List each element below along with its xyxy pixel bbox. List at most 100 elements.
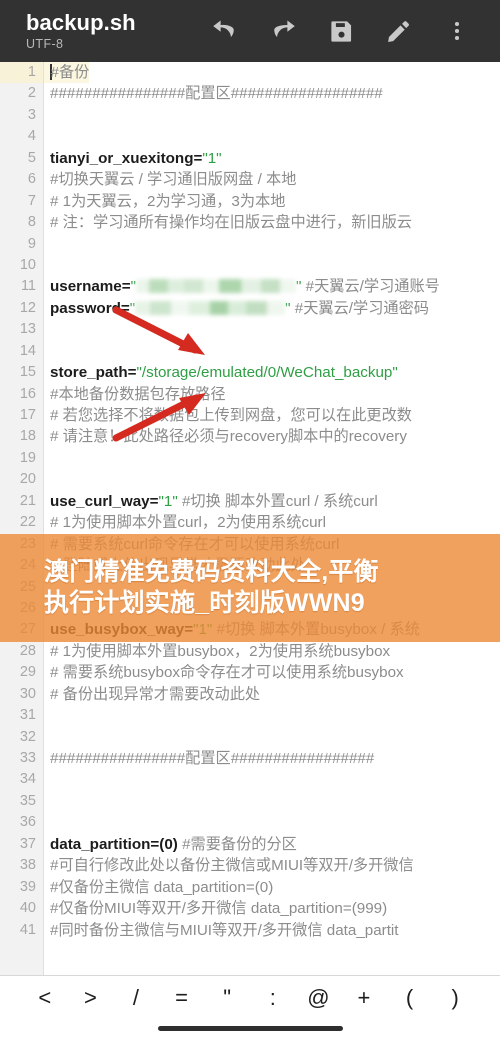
symbol-key-1[interactable]: > [68,976,114,1020]
code-line-text[interactable]: # 1为天翼云，2为学习通，3为本地 [44,191,285,212]
line-number: 1 [0,62,44,84]
code-line[interactable]: 8 # 注：学习通所有操作均在旧版云盘中进行，新旧版云 [0,212,500,234]
code-line[interactable]: 12 password=" " #天翼云/学习通密码 [0,297,500,320]
code-line-text[interactable] [44,105,50,126]
code-line[interactable]: 18 # 请注意！此处路径必须与recovery脚本中的recovery [0,426,500,448]
code-line[interactable]: 14 [0,340,500,363]
code-line-text[interactable]: tianyi_or_xuexitong="1" [44,148,222,169]
code-line-text[interactable]: #仅备份MIUI等双开/多开微信 data_partition=(999) [44,898,387,919]
code-line[interactable]: 4 [0,126,500,148]
code-line-text[interactable]: #切换天翼云 / 学习通旧版网盘 / 本地 [44,169,296,190]
code-line[interactable]: 36 [0,812,500,834]
code-line-text[interactable]: # 1为使用脚本外置curl，2为使用系统curl [44,512,326,533]
code-line[interactable]: 19 [0,447,500,470]
code-line-text[interactable] [44,448,50,469]
line-number: 39 [0,876,44,899]
code-line-text[interactable]: #同时备份主微信与MIUI等双开/多开微信 data_partit [44,920,399,941]
symbol-key-9[interactable]: ) [432,976,478,1020]
code-line[interactable]: 22 # 1为使用脚本外置curl，2为使用系统curl [0,512,500,534]
code-line[interactable]: 9 [0,233,500,255]
code-line-text[interactable]: use_curl_way="1" #切换 脚本外置curl / 系统curl [44,491,378,512]
code-line-text[interactable]: ################配置区################# [44,748,374,769]
line-number: 16 [0,383,44,405]
symbol-key-7[interactable]: + [341,976,387,1020]
code-token: password= [50,299,130,317]
code-line[interactable]: 29 # 需要系统busybox命令存在才可以使用系统busybox [0,662,500,684]
code-line-text[interactable]: # 需要系统busybox命令存在才可以使用系统busybox [44,662,404,683]
overflow-menu-button[interactable] [428,6,486,56]
code-line-text[interactable]: data_partition=(0) #需要备份的分区 [44,834,297,855]
code-line-text[interactable] [44,705,50,726]
code-line[interactable]: 10 [0,254,500,277]
symbol-key-4[interactable]: " [204,976,250,1020]
code-line[interactable]: 13 [0,319,500,341]
save-button[interactable] [312,6,370,56]
code-line-text[interactable]: username=" " #天翼云/学习通账号 [44,276,440,297]
undo-button[interactable] [196,6,254,56]
code-line-text[interactable]: #备份 [44,62,90,84]
code-line[interactable]: 2 ################配置区################## [0,83,500,105]
code-line-text[interactable] [44,319,50,340]
code-line-text[interactable] [44,791,50,812]
code-line[interactable]: 17 # 若您选择不将数据包上传到网盘，您可以在此更改数 [0,405,500,427]
code-line[interactable]: 38 #可自行修改此处以备份主微信或MIUI等双开/多开微信 [0,855,500,877]
code-line[interactable]: 40 #仅备份MIUI等双开/多开微信 data_partition=(999) [0,898,500,920]
code-line-text[interactable]: #可自行修改此处以备份主微信或MIUI等双开/多开微信 [44,855,414,876]
code-line-text[interactable]: # 请注意！此处路径必须与recovery脚本中的recovery [44,426,407,447]
code-line-text[interactable] [44,812,50,833]
code-line-text[interactable] [44,341,50,362]
code-content-area[interactable]: 1 #备份 2 ################配置区################… [0,62,500,975]
code-token: #天翼云/学习通密码 [290,299,429,317]
code-line-text[interactable]: # 1为使用脚本外置busybox，2为使用系统busybox [44,641,390,662]
line-number: 13 [0,319,44,341]
code-line-text[interactable] [44,727,50,748]
code-line-text[interactable]: # 若您选择不将数据包上传到网盘，您可以在此更改数 [44,405,412,426]
code-line[interactable]: 32 [0,726,500,748]
code-line-text[interactable]: #本地备份数据包存放路径 [44,384,226,405]
code-line-text[interactable]: store_path="/storage/emulated/0/WeChat_b… [44,362,398,383]
code-line[interactable]: 5 tianyi_or_xuexitong="1" [0,147,500,170]
code-line-text[interactable]: password=" " #天翼云/学习通密码 [44,298,429,319]
code-line[interactable]: 39 #仅备份主微信 data_partition=(0) [0,876,500,899]
symbol-key-6[interactable]: @ [296,976,342,1020]
line-number: 5 [0,147,44,170]
code-line[interactable]: 3 [0,104,500,127]
symbol-key-8[interactable]: ( [387,976,433,1020]
code-line[interactable]: 7 # 1为天翼云，2为学习通，3为本地 [0,190,500,213]
code-line[interactable]: 41 #同时备份主微信与MIUI等双开/多开微信 data_partit [0,919,500,941]
line-number: 8 [0,212,44,234]
code-line[interactable]: 1 #备份 [0,62,500,84]
redo-button[interactable] [254,6,312,56]
line-number: 15 [0,362,44,384]
code-line-text[interactable] [44,234,50,255]
code-line[interactable]: 21 use_curl_way="1" #切换 脚本外置curl / 系统curl [0,490,500,513]
code-line[interactable]: 15 store_path="/storage/emulated/0/WeChat… [0,362,500,384]
symbol-key-2[interactable]: / [113,976,159,1020]
code-line[interactable]: 20 [0,469,500,491]
code-line-text[interactable]: ################配置区################## [44,83,383,104]
edit-button[interactable] [370,6,428,56]
code-line[interactable]: 34 [0,769,500,791]
symbol-key-0[interactable]: < [22,976,68,1020]
code-line[interactable]: 11 username=" " #天翼云/学习通账号 [0,276,500,298]
code-line-text[interactable] [44,769,50,790]
symbol-key-3[interactable]: = [159,976,205,1020]
code-line[interactable]: 35 [0,790,500,813]
code-line[interactable]: 30 # 备份出现异常才需要改动此处 [0,683,500,706]
code-line[interactable]: 28 # 1为使用脚本外置busybox，2为使用系统busybox [0,640,500,663]
code-line[interactable]: 33 ################配置区################# [0,748,500,770]
code-line-text[interactable]: # 注：学习通所有操作均在旧版云盘中进行，新旧版云 [44,212,412,233]
code-line[interactable]: 37 data_partition=(0) #需要备份的分区 [0,833,500,856]
code-line-text[interactable] [44,255,50,276]
symbol-key-5[interactable]: : [250,976,296,1020]
code-line-text[interactable]: # 备份出现异常才需要改动此处 [44,684,260,705]
code-editor[interactable]: 1 #备份 2 ################配置区################… [0,62,500,975]
code-line[interactable]: 16 #本地备份数据包存放路径 [0,383,500,405]
code-line-text[interactable] [44,469,50,490]
code-token: use_curl_way= [50,492,159,510]
code-line[interactable]: 6 #切换天翼云 / 学习通旧版网盘 / 本地 [0,169,500,191]
code-line-text[interactable]: #仅备份主微信 data_partition=(0) [44,877,273,898]
code-line-text[interactable] [44,126,50,147]
code-line[interactable]: 31 [0,705,500,727]
code-token: #切换 脚本外置curl / 系统curl [177,492,378,510]
